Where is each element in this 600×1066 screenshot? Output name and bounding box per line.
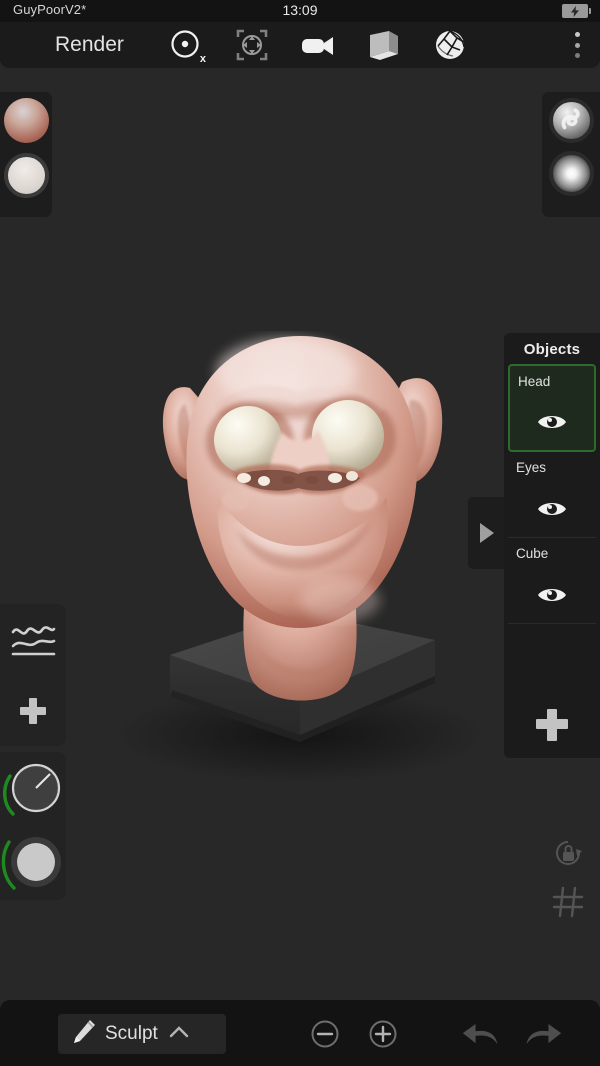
wireframe-sphere-icon[interactable] — [427, 22, 473, 68]
zoom-out-button[interactable] — [305, 1014, 345, 1054]
zoom-in-button[interactable] — [363, 1014, 403, 1054]
brush-settings-rail — [0, 604, 66, 746]
undo-button[interactable] — [461, 1014, 501, 1054]
brush-size-knob[interactable] — [0, 752, 66, 826]
top-toolbar: Render x — [0, 22, 600, 68]
lock-rotation-icon[interactable] — [548, 833, 588, 873]
object-list-item-eyes[interactable]: Eyes — [508, 452, 596, 538]
object-name: Cube — [516, 546, 549, 561]
brush-icon — [70, 1018, 96, 1051]
grid-icon[interactable] — [548, 882, 588, 922]
symmetry-axis-label: x — [199, 53, 206, 65]
swirl-glyph — [561, 108, 580, 130]
gizmo-move-icon[interactable] — [229, 22, 275, 68]
camera-icon[interactable] — [295, 22, 341, 68]
objects-list: Head Eyes Cube — [504, 364, 600, 624]
add-brush-icon[interactable] — [0, 675, 66, 746]
sculpt-app-window: GuyPoorV2* 13:09 Render x Objects Head E… — [0, 0, 600, 1066]
add-object-icon[interactable] — [504, 708, 600, 742]
status-bar: GuyPoorV2* 13:09 — [0, 0, 600, 22]
plus-glyph — [18, 696, 48, 726]
environment-swatch-dock-right — [542, 92, 600, 217]
eye-icon[interactable] — [537, 413, 567, 436]
brush-sliders-rail — [0, 752, 66, 900]
object-list-item-cube[interactable]: Cube — [508, 538, 596, 624]
brush-intensity-knob[interactable] — [0, 826, 66, 900]
material-swatch-dock-left — [0, 92, 52, 217]
material-swatch-white[interactable] — [3, 153, 49, 198]
status-clock: 13:09 — [282, 2, 318, 18]
object-list-item-head[interactable]: Head — [508, 364, 596, 452]
plus-glyph — [535, 708, 569, 742]
symmetry-x-icon[interactable]: x — [163, 22, 209, 68]
chevron-up-icon[interactable] — [169, 1025, 189, 1044]
matcap-swatch-swirl[interactable] — [548, 98, 594, 143]
eye-icon[interactable] — [537, 500, 567, 523]
curve-editor-icon[interactable] — [0, 604, 66, 675]
scene-object-head — [186, 336, 418, 628]
matcap-swatch-glow[interactable] — [548, 151, 594, 196]
objects-panel: Objects Head Eyes Cube — [504, 333, 600, 758]
sculpt-mode-button[interactable]: Sculpt — [58, 1014, 226, 1054]
box-icon[interactable] — [361, 22, 407, 68]
bottom-toolbar: Sculpt — [0, 1000, 600, 1066]
sculpt-mode-label: Sculpt — [105, 1023, 158, 1044]
objects-panel-title: Objects — [523, 341, 581, 358]
object-name: Head — [518, 374, 551, 389]
render-mode-label[interactable]: Render — [55, 33, 124, 57]
panel-collapse-icon[interactable] — [468, 497, 504, 569]
material-swatch-skin[interactable] — [3, 98, 49, 143]
redo-button[interactable] — [523, 1014, 563, 1054]
object-name: Eyes — [516, 460, 547, 475]
more-options-icon[interactable] — [564, 29, 590, 61]
battery-charging-icon — [562, 4, 591, 18]
eye-icon[interactable] — [537, 586, 567, 609]
